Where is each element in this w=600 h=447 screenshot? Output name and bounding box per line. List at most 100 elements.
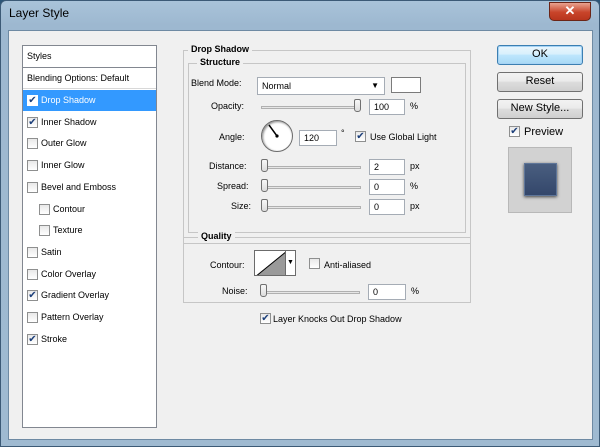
spread-input[interactable]: 0 (369, 179, 405, 195)
styles-header[interactable]: Styles (23, 46, 156, 68)
style-item-label: Gradient Overlay (41, 290, 110, 301)
opacity-slider-track[interactable] (261, 106, 361, 109)
style-item-label: Color Overlay (41, 268, 97, 279)
angle-unit: ° (341, 128, 345, 138)
style-item-label: Drop Shadow (41, 95, 96, 105)
style-item-label: Contour (53, 203, 86, 214)
shadow-color-swatch[interactable] (391, 77, 421, 93)
layer-knocks-out-checkbox[interactable]: ✔ (260, 313, 271, 324)
style-item[interactable]: Inner Glow (23, 155, 156, 176)
structure-title: Structure (197, 57, 244, 67)
layer-style-window: Layer Style ✕ Styles Blending Options: D… (0, 0, 600, 447)
spread-label: Spread: (217, 181, 249, 191)
blend-mode-label: Blend Mode: (191, 78, 242, 88)
dialog-body: Styles Blending Options: Default ✔ Drop S… (8, 30, 593, 440)
style-item[interactable]: Contour (23, 199, 156, 220)
style-item-label: Texture (53, 225, 83, 236)
style-item-checkbox[interactable] (27, 181, 38, 193)
distance-input[interactable]: 2 (369, 159, 405, 175)
contour-preview[interactable] (254, 250, 286, 276)
quality-group: Quality Contour: ▼ Anti-aliased Noise: 0… (183, 231, 471, 303)
style-item-checkbox[interactable]: ✔ (27, 95, 38, 106)
size-input[interactable]: 0 (369, 199, 405, 215)
styles-list: Styles Blending Options: Default ✔ Drop S… (22, 45, 157, 428)
style-item-checkbox[interactable] (27, 312, 38, 323)
size-slider-track[interactable] (261, 206, 361, 209)
use-global-light-checkbox[interactable]: ✔ (355, 131, 366, 142)
quality-title: Quality (198, 231, 235, 241)
style-item-checkbox[interactable] (27, 138, 38, 150)
style-item-checkbox[interactable]: ✔ (27, 290, 38, 302)
noise-slider-track[interactable] (260, 291, 360, 294)
distance-unit: px (410, 161, 420, 171)
close-button[interactable]: ✕ (549, 2, 591, 21)
style-item-checkbox[interactable]: ✔ (27, 116, 38, 128)
preview-checkbox[interactable]: ✔ (509, 126, 520, 137)
new-style-button[interactable]: New Style... (497, 99, 583, 119)
contour-dropdown-arrow-icon[interactable]: ▼ (286, 250, 296, 276)
blend-mode-value: Normal (262, 81, 292, 91)
use-global-light-label: Use Global Light (370, 132, 437, 142)
ok-button[interactable]: OK (497, 45, 583, 65)
blending-options-item[interactable]: Blending Options: Default (23, 68, 156, 89)
style-item-label: Satin (41, 246, 62, 257)
angle-input[interactable]: 120 (299, 130, 337, 146)
style-item-checkbox[interactable] (27, 246, 38, 258)
angle-label: Angle: (219, 132, 245, 142)
distance-slider-track[interactable] (261, 166, 361, 169)
style-item-label: Bevel and Emboss (41, 181, 117, 192)
noise-input[interactable]: 0 (368, 284, 406, 300)
anti-aliased-checkbox[interactable] (309, 258, 320, 269)
size-slider-thumb[interactable] (261, 199, 268, 212)
opacity-slider-thumb[interactable] (354, 99, 361, 112)
distance-slider-thumb[interactable] (261, 159, 268, 172)
style-item-checkbox[interactable] (39, 225, 50, 237)
spread-slider-track[interactable] (261, 186, 361, 189)
style-item[interactable]: Satin (23, 242, 156, 263)
angle-dial-needle-icon (268, 124, 279, 138)
style-item[interactable]: Pattern Overlay (23, 307, 156, 328)
style-item-label: Stroke (41, 333, 68, 344)
size-unit: px (410, 201, 420, 211)
style-item[interactable]: ✔ Drop Shadow (23, 90, 156, 111)
style-item-label: Inner Shadow (41, 116, 97, 127)
distance-label: Distance: (209, 161, 247, 171)
style-preview-swatch (524, 163, 557, 196)
size-label: Size: (231, 201, 252, 211)
opacity-label: Opacity: (211, 101, 245, 111)
style-item-label: Inner Glow (41, 160, 85, 171)
style-item[interactable]: Outer Glow (23, 133, 156, 154)
opacity-unit: % (410, 101, 419, 111)
style-item-checkbox[interactable]: ✔ (27, 333, 38, 345)
opacity-input[interactable]: 100 (369, 99, 405, 115)
dropdown-arrow-icon: ▼ (371, 81, 379, 90)
spread-unit: % (410, 181, 419, 191)
contour-label: Contour: (210, 260, 245, 270)
noise-label: Noise: (222, 286, 248, 296)
linear-contour-icon (256, 251, 285, 275)
noise-slider-thumb[interactable] (260, 284, 267, 297)
noise-unit: % (411, 286, 420, 296)
style-item[interactable]: Color Overlay (23, 264, 156, 285)
anti-aliased-label: Anti-aliased (324, 260, 372, 270)
drop-shadow-title: Drop Shadow (188, 44, 252, 54)
style-item-checkbox[interactable] (39, 203, 50, 215)
style-item-checkbox[interactable] (27, 160, 38, 172)
style-item-label: Outer Glow (41, 138, 87, 149)
title-bar[interactable]: Layer Style ✕ (1, 1, 599, 27)
blending-options-label: Blending Options: Default (27, 73, 130, 83)
window-title: Layer Style (9, 6, 70, 20)
angle-dial[interactable] (261, 120, 293, 152)
reset-button[interactable]: Reset (497, 72, 583, 92)
style-item[interactable]: ✔ Stroke (23, 329, 156, 350)
style-item-checkbox[interactable] (27, 268, 38, 280)
drop-shadow-group: Drop Shadow Structure Blend Mode: Normal… (183, 44, 471, 244)
style-item[interactable]: Texture (23, 220, 156, 241)
spread-slider-thumb[interactable] (261, 179, 268, 192)
style-item[interactable]: ✔ Inner Shadow (23, 112, 156, 133)
preview-label: Preview (524, 126, 564, 138)
layer-knocks-out-label: Layer Knocks Out Drop Shadow (273, 314, 402, 324)
style-item[interactable]: ✔ Gradient Overlay (23, 285, 156, 306)
style-item[interactable]: Bevel and Emboss (23, 177, 156, 198)
blend-mode-select[interactable]: Normal ▼ (257, 77, 385, 95)
